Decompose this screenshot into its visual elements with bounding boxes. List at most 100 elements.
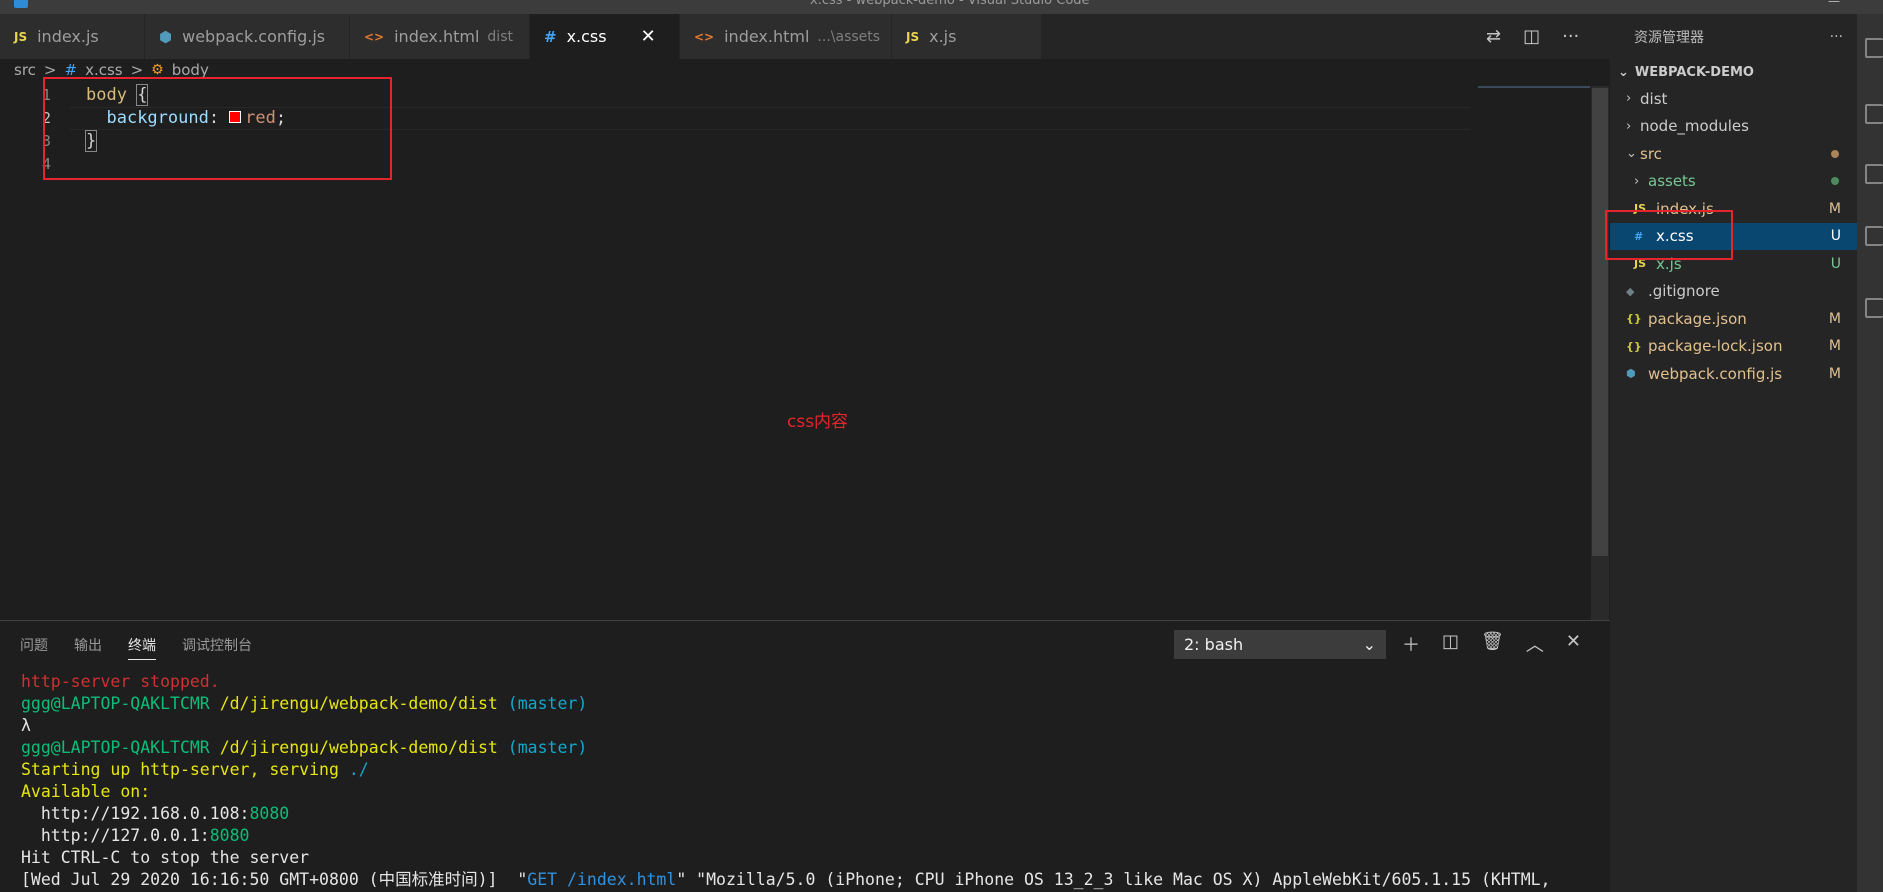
- breadcrumb-file[interactable]: x.css: [85, 61, 123, 79]
- tree-file[interactable]: {} package-lock.json M: [1610, 333, 1857, 361]
- compare-icon[interactable]: ⇄: [1486, 26, 1501, 47]
- tab-index-html-assets[interactable]: <> index.html ...\assets: [680, 14, 892, 59]
- tree-item-label: src: [1640, 144, 1662, 163]
- close-icon[interactable]: ✕: [641, 26, 656, 47]
- split-editor-icon[interactable]: ◫: [1523, 26, 1540, 47]
- file-tree: › dist › node_modules ⌄ src › assets JS index.js M…: [1610, 85, 1857, 388]
- color-swatch[interactable]: [229, 111, 242, 123]
- tree-file[interactable]: ⬢ webpack.config.js M: [1610, 360, 1857, 388]
- explorer-header: 资源管理器 ···: [1610, 14, 1857, 59]
- breadcrumb-separator: >: [43, 61, 57, 79]
- code-editor[interactable]: 1 2 3 4 body { background: red; }: [0, 84, 1610, 620]
- tree-item-label: package.json: [1648, 309, 1747, 328]
- breadcrumb-folder[interactable]: src: [14, 61, 36, 79]
- tab-description: ...\assets: [817, 28, 881, 45]
- tab-index-js[interactable]: JS index.js: [0, 14, 145, 59]
- git-status-dot: [1831, 177, 1839, 186]
- tab-label: x.js: [929, 27, 957, 46]
- breadcrumb-symbol[interactable]: body: [172, 61, 209, 79]
- css-value: red: [245, 108, 276, 128]
- breadcrumb: src > # x.css > ⚙ body: [14, 61, 209, 79]
- tree-file[interactable]: JS x.js U: [1610, 250, 1857, 278]
- webpack-file-icon: ⬢: [159, 27, 173, 46]
- extensions-icon[interactable]: [1865, 298, 1883, 318]
- file-type-icon: ⬢: [1626, 367, 1636, 381]
- tree-file[interactable]: # x.css U: [1610, 222, 1857, 250]
- files-icon[interactable]: [1865, 38, 1883, 58]
- tree-file[interactable]: JS index.js M: [1610, 195, 1857, 223]
- editor-actions: ⇄ ◫ ···: [1470, 14, 1610, 59]
- panel-tabs: 问题 输出 终端 调试控制台: [20, 635, 252, 660]
- tab-label: index.js: [37, 27, 99, 46]
- window-title: x.css - webpack-demo - Visual Studio Cod…: [810, 0, 1090, 8]
- tree-folder[interactable]: › assets: [1610, 168, 1857, 196]
- minimap[interactable]: [1478, 86, 1590, 88]
- annotation-label: css内容: [787, 412, 849, 432]
- tab-label: x.css: [566, 27, 607, 46]
- chevron-down-icon: ⌄: [1618, 64, 1629, 80]
- more-icon[interactable]: ···: [1562, 26, 1579, 47]
- split-terminal-icon[interactable]: ◫: [1442, 631, 1459, 657]
- tab-webpack-config[interactable]: ⬢ webpack.config.js: [145, 14, 350, 59]
- trash-icon[interactable]: 🗑: [1481, 631, 1504, 657]
- file-type-icon: {}: [1626, 312, 1642, 326]
- tab-label: index.html: [394, 27, 480, 46]
- maximize-panel-icon[interactable]: ︿: [1526, 631, 1544, 657]
- git-status-badge: M: [1828, 200, 1841, 217]
- tab-x-js[interactable]: JS x.js: [892, 14, 1042, 59]
- workspace-section[interactable]: ⌄ WEBPACK-DEMO: [1610, 59, 1857, 85]
- tree-folder[interactable]: ⌄ src: [1610, 140, 1857, 168]
- brace: {: [136, 84, 149, 106]
- line-number: 1: [42, 86, 52, 104]
- tab-problems[interactable]: 问题: [20, 635, 48, 660]
- tree-file[interactable]: {} package.json M: [1610, 305, 1857, 333]
- css-file-icon: #: [544, 27, 557, 46]
- terminal-select[interactable]: 2: bash ⌄: [1174, 630, 1386, 659]
- workspace-name: WEBPACK-DEMO: [1634, 64, 1754, 80]
- css-selector: body: [86, 85, 127, 105]
- line-number: 3: [42, 132, 52, 150]
- title-bar: x.css - webpack-demo - Visual Studio Cod…: [0, 0, 1883, 14]
- file-type-icon: JS: [1634, 257, 1647, 271]
- git-status-badge: M: [1828, 365, 1841, 382]
- scrollbar-thumb[interactable]: [1592, 88, 1608, 556]
- git-status-badge: U: [1830, 255, 1841, 272]
- tab-description: dist: [487, 28, 513, 45]
- css-property: background: [106, 108, 209, 128]
- brace: }: [84, 130, 98, 152]
- symbol-class-icon: ⚙: [151, 62, 164, 78]
- tree-folder[interactable]: › dist: [1610, 85, 1857, 113]
- search-icon[interactable]: [1865, 104, 1883, 124]
- tab-terminal[interactable]: 终端: [128, 635, 156, 660]
- html-file-icon: <>: [694, 29, 715, 44]
- tab-x-css[interactable]: # x.css ✕: [530, 14, 680, 59]
- colon: :: [208, 108, 220, 128]
- tree-folder[interactable]: › node_modules: [1610, 113, 1857, 141]
- tab-output[interactable]: 输出: [74, 635, 102, 660]
- debug-icon[interactable]: [1865, 226, 1883, 246]
- tree-item-label: dist: [1640, 89, 1668, 108]
- terminal-line: http-server stopped.: [21, 672, 220, 691]
- tab-index-html-dist[interactable]: <> index.html dist: [350, 14, 530, 59]
- js-file-icon: JS: [906, 29, 920, 44]
- bottom-panel: 问题 输出 终端 调试控制台 2: bash ⌄ ＋ ◫ 🗑 ︿ ✕ http-…: [0, 620, 1610, 892]
- tab-debug-console[interactable]: 调试控制台: [182, 635, 252, 660]
- tree-item-label: x.js: [1656, 254, 1682, 273]
- file-type-icon: #: [1634, 229, 1644, 243]
- tree-item-label: webpack.config.js: [1648, 364, 1783, 383]
- more-icon[interactable]: ···: [1830, 29, 1843, 45]
- source-control-icon[interactable]: [1865, 164, 1883, 184]
- minimize-icon[interactable]: —: [1828, 0, 1840, 8]
- terminal-output[interactable]: http-server stopped. ggg@LAPTOP-QAKLTCMR…: [21, 671, 1551, 891]
- git-status-badge: M: [1828, 338, 1841, 355]
- html-file-icon: <>: [364, 29, 385, 44]
- tree-item-label: node_modules: [1640, 117, 1749, 136]
- tab-label: webpack.config.js: [182, 27, 326, 46]
- explorer-sidebar: 资源管理器 ··· ⌄ WEBPACK-DEMO › dist › node_modu…: [1610, 14, 1857, 892]
- vscode-icon: [14, 0, 28, 8]
- close-panel-icon[interactable]: ✕: [1566, 631, 1581, 657]
- new-terminal-icon[interactable]: ＋: [1402, 631, 1420, 657]
- tree-file[interactable]: ◆ .gitignore: [1610, 278, 1857, 306]
- panel-actions: ＋ ◫ 🗑 ︿ ✕: [1402, 631, 1581, 657]
